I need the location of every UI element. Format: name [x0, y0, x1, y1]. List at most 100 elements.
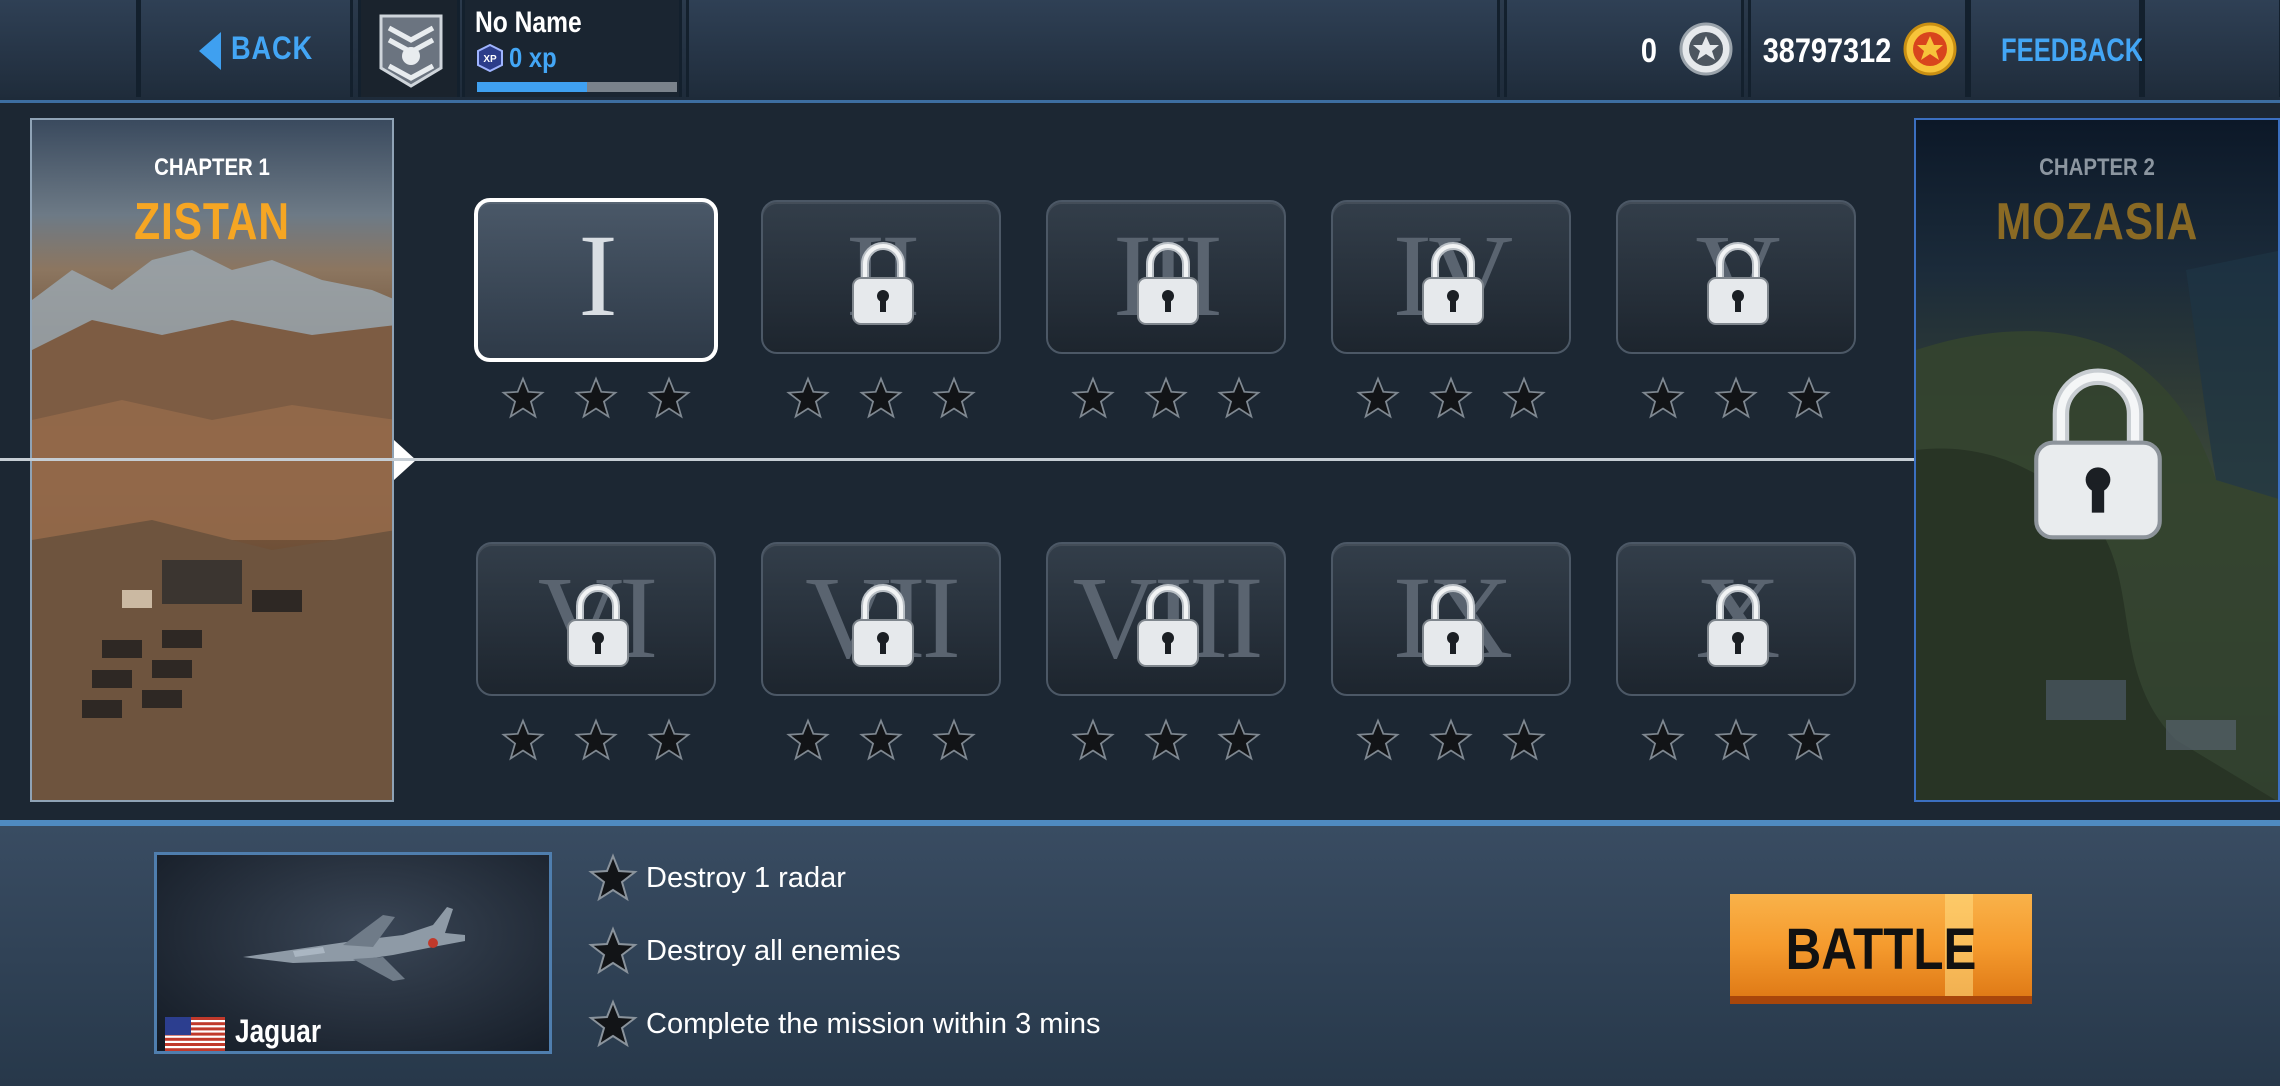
chapter-2-lock-icon	[2034, 368, 2162, 540]
mission-star-icon	[647, 376, 692, 419]
mission-star-icon	[574, 718, 618, 761]
mission-10-stars	[1616, 718, 1856, 766]
mission-star-icon	[1429, 718, 1473, 761]
aircraft-name: Jaguar	[235, 1013, 322, 1049]
lock-icon	[1137, 584, 1199, 667]
mission-7-button[interactable]: VII	[761, 542, 1001, 696]
silver-medal-counter[interactable]: 0	[1504, 0, 1744, 97]
mission-star-icon	[500, 718, 545, 761]
mission-star-icon	[1640, 718, 1685, 761]
top-bar-spacer	[686, 0, 1500, 97]
mission-star-icon	[1070, 376, 1115, 419]
mission-star-icon	[1714, 376, 1758, 419]
mission-star-icon	[1144, 718, 1188, 761]
lock-icon	[1707, 242, 1769, 325]
top-bar: BACK No Name XP 0 xp 0 38797312 FEEDBACK	[0, 0, 2280, 103]
objective-text: Complete the mission within 3 mins	[646, 1007, 1101, 1040]
top-bar-spacer	[2142, 0, 2280, 97]
gold-medal-icon	[1903, 22, 1957, 76]
mission-2-stars	[761, 376, 1001, 424]
mission-3-stars	[1046, 376, 1286, 424]
mission-star-icon	[785, 376, 830, 419]
back-label: BACK	[231, 30, 313, 66]
objective-star-icon	[588, 999, 638, 1048]
mission-star-icon	[1714, 718, 1758, 761]
mission-star-icon	[859, 376, 903, 419]
mission-star-icon	[1070, 718, 1115, 761]
mission-star-icon	[500, 376, 545, 419]
mission-star-icon	[1640, 376, 1685, 419]
lock-icon	[1422, 584, 1484, 667]
chapter-1-label: CHAPTER 1	[154, 154, 270, 181]
mission-numeral: I	[578, 210, 617, 341]
chapter-2-label: CHAPTER 2	[2039, 154, 2155, 181]
battle-label: BATTLE	[1785, 917, 1977, 982]
chapter-2-card[interactable]: CHAPTER 2 MOZASIA	[1914, 118, 2280, 802]
lock-icon	[1137, 242, 1199, 325]
lock-icon	[567, 584, 629, 667]
mission-8-stars	[1046, 718, 1286, 766]
feedback-button[interactable]: FEEDBACK	[1968, 0, 2144, 97]
xp-value: 0 xp	[509, 42, 557, 73]
mission-row-divider	[0, 458, 1914, 461]
mission-9-stars	[1331, 718, 1571, 766]
mission-star-icon	[932, 376, 977, 419]
mission-7-stars	[761, 718, 1001, 766]
mission-star-icon	[1502, 718, 1547, 761]
mission-star-icon	[1502, 376, 1547, 419]
svg-text:XP: XP	[483, 54, 497, 65]
player-profile[interactable]: No Name XP 0 xp	[462, 0, 682, 97]
chapter-2-name: MOZASIA	[1995, 193, 2199, 251]
rank-chevron-icon	[379, 14, 443, 88]
back-button[interactable]: BACK	[138, 0, 353, 97]
mission-6-button[interactable]: VI	[476, 542, 716, 696]
objective-3: Complete the mission within 3 mins	[588, 996, 1101, 1052]
aircraft-card[interactable]: Jaguar	[154, 852, 552, 1054]
silver-medal-icon	[1679, 22, 1733, 76]
mission-star-icon	[1144, 376, 1188, 419]
objective-star-icon	[588, 926, 638, 975]
lock-icon	[852, 584, 914, 667]
objective-star-icon	[588, 853, 638, 902]
mission-star-icon	[859, 718, 903, 761]
objective-text: Destroy 1 radar	[646, 861, 846, 894]
battle-button[interactable]: BATTLE	[1730, 894, 2032, 1004]
mission-star-icon	[1787, 376, 1832, 419]
mission-star-icon	[1355, 718, 1400, 761]
mission-2-button[interactable]: II	[761, 200, 1001, 354]
mission-star-icon	[1355, 376, 1400, 419]
us-flag-icon	[165, 1017, 225, 1051]
lock-icon	[852, 242, 914, 325]
objective-2: Destroy all enemies	[588, 923, 901, 979]
gold-count: 38797312	[1762, 32, 1891, 70]
gold-medal-counter[interactable]: 38797312	[1748, 0, 1968, 97]
xp-icon: XP	[477, 44, 503, 72]
mission-star-icon	[1217, 376, 1262, 419]
back-arrow-icon	[199, 32, 221, 70]
mission-10-button[interactable]: X	[1616, 542, 1856, 696]
mission-3-button[interactable]: III	[1046, 200, 1286, 354]
mission-4-stars	[1331, 376, 1571, 424]
feedback-label: FEEDBACK	[2001, 32, 2144, 68]
mission-star-icon	[1217, 718, 1262, 761]
mission-star-icon	[574, 376, 618, 419]
mission-6-stars	[476, 718, 716, 766]
xp-progress-fill	[477, 82, 587, 92]
lock-icon	[1707, 584, 1769, 667]
mission-9-button[interactable]: IX	[1331, 542, 1571, 696]
xp-progress-bar	[477, 82, 677, 92]
mission-1-button[interactable]: I	[474, 198, 718, 362]
silver-count: 0	[1640, 32, 1657, 70]
mission-star-icon	[1429, 376, 1473, 419]
mission-8-button[interactable]: VIII	[1046, 542, 1286, 696]
mission-star-icon	[647, 718, 692, 761]
mission-5-button[interactable]: V	[1616, 200, 1856, 354]
chapter-1-name: ZISTAN	[134, 193, 290, 251]
mission-4-button[interactable]: IV	[1331, 200, 1571, 354]
objective-text: Destroy all enemies	[646, 934, 901, 967]
rank-badge-cell[interactable]	[358, 0, 460, 97]
lock-icon	[1422, 242, 1484, 325]
objective-1: Destroy 1 radar	[588, 850, 846, 906]
mission-1-stars	[476, 376, 716, 424]
mission-5-stars	[1616, 376, 1856, 424]
